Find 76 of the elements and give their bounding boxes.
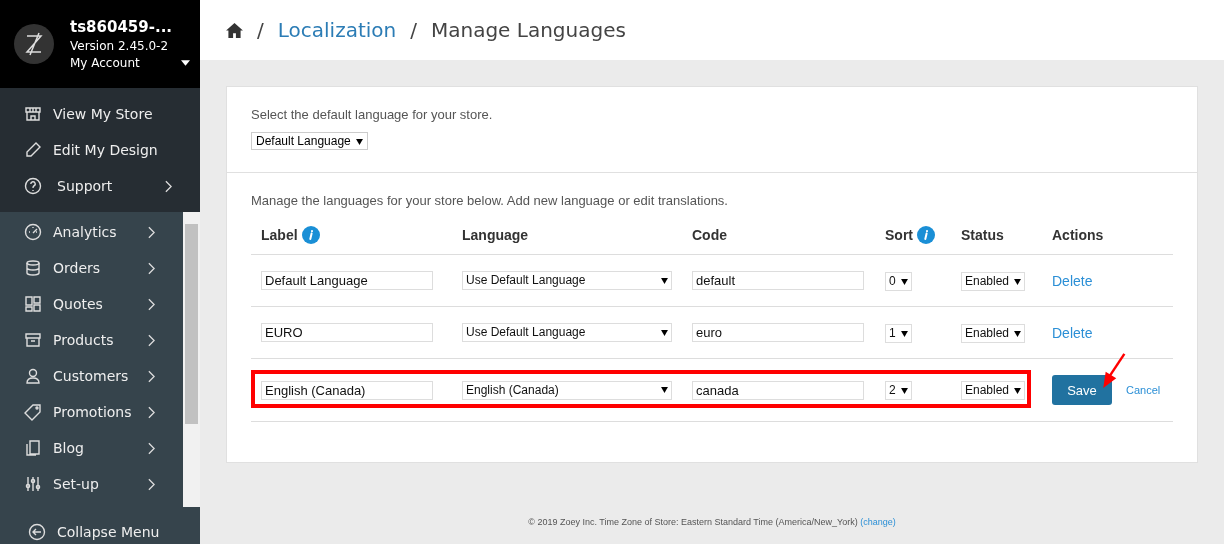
label-input[interactable]: EURO — [261, 323, 433, 342]
sort-select[interactable]: 2 — [885, 381, 912, 400]
label-input[interactable]: Default Language — [261, 271, 433, 290]
footer-text: © 2019 Zoey Inc. Time Zone of Store: Eastern Standard Time (America/New_York) (change) — [527, 517, 897, 527]
dropdown-caret-icon — [1014, 388, 1022, 394]
sidebar-item[interactable]: Promotions — [0, 394, 183, 430]
database-icon — [24, 259, 42, 277]
sidebar-item[interactable]: Products — [0, 322, 183, 358]
info-icon[interactable] — [301, 226, 320, 244]
dropdown-caret-icon — [901, 388, 908, 394]
default-language-text: Select the default language for your store. — [251, 107, 494, 122]
languages-intro: Manage the languages for your store below. Add new language or edit translations. — [251, 193, 729, 208]
sidebar-item[interactable]: Customers — [0, 358, 183, 394]
sidebar-item[interactable]: Orders — [0, 250, 183, 286]
code-input[interactable]: euro — [692, 323, 864, 342]
delete-link[interactable]: Delete — [1052, 324, 1093, 341]
language-select[interactable]: English (Canada) — [462, 380, 672, 400]
scrollbar[interactable] — [183, 212, 200, 507]
sort-select[interactable]: 0 — [885, 271, 912, 291]
dropdown-caret-icon — [356, 139, 364, 145]
label-input[interactable]: English (Canada) — [261, 380, 433, 400]
dropdown-caret-icon — [661, 329, 668, 336]
sidebar-item[interactable]: Set-up — [0, 466, 183, 502]
column-header: Sort — [885, 227, 913, 243]
status-select[interactable]: Enabled — [961, 381, 1026, 400]
dropdown-caret-icon — [1014, 278, 1022, 285]
breadcrumb-separator: / — [257, 18, 264, 42]
status-select[interactable]: Enabled — [961, 271, 1026, 291]
store-icon — [24, 105, 42, 123]
my-account-menu[interactable]: My Account — [70, 56, 190, 70]
dropdown-caret-icon — [901, 330, 908, 337]
document-icon — [24, 439, 42, 457]
pencil-icon — [24, 141, 42, 159]
logo-icon — [14, 24, 54, 64]
sidebar-item[interactable]: View My Store — [0, 96, 200, 132]
person-icon — [24, 367, 42, 385]
column-header: Status — [961, 227, 1004, 243]
default-language-select[interactable]: Default Language — [251, 132, 369, 150]
info-icon[interactable] — [917, 226, 935, 244]
sidebar-item[interactable]: Analytics — [0, 214, 183, 250]
column-header: Language — [462, 227, 529, 243]
language-select[interactable]: Use Default Language — [462, 323, 672, 342]
breadcrumb-link[interactable]: Localization — [277, 18, 397, 42]
archive-icon — [24, 331, 42, 349]
breadcrumb-separator: / — [410, 18, 417, 42]
grid-icon — [24, 295, 42, 313]
help-icon — [24, 177, 42, 195]
sidebar-item[interactable]: Quotes — [0, 286, 183, 322]
status-select[interactable]: Enabled — [961, 323, 1026, 343]
dropdown-caret-icon — [661, 387, 668, 393]
language-select[interactable]: Use Default Language — [462, 271, 672, 290]
sort-select[interactable]: 1 — [885, 323, 912, 343]
column-header: Label — [261, 227, 298, 243]
caret-icon — [181, 60, 190, 66]
home-icon[interactable] — [226, 22, 243, 38]
tag-icon — [24, 403, 42, 421]
code-input[interactable]: canada — [692, 380, 864, 400]
dropdown-caret-icon — [661, 277, 668, 284]
sidebar-item[interactable]: Support — [0, 168, 200, 204]
sidebar-item[interactable]: Edit My Design — [0, 132, 200, 168]
dropdown-caret-icon — [1014, 330, 1022, 337]
delete-link[interactable]: Delete — [1052, 272, 1093, 289]
dropdown-caret-icon — [901, 278, 908, 285]
gauge-icon — [24, 223, 42, 241]
store-name: ts860459-... — [70, 18, 174, 36]
column-header: Code — [692, 227, 727, 243]
cancel-link[interactable]: Cancel — [1126, 384, 1161, 396]
column-header: Actions — [1052, 227, 1104, 243]
save-button[interactable]: Save — [1052, 375, 1112, 405]
collapse-menu-link[interactable]: Collapse Menu — [0, 509, 200, 541]
code-input[interactable]: default — [692, 271, 864, 290]
version-label: Version 2.45.0-2 — [70, 39, 170, 53]
page-title: Manage Languages — [430, 18, 626, 42]
sliders-icon — [24, 475, 42, 493]
pointer-arrow — [1100, 353, 1126, 389]
sidebar-item[interactable]: Blog — [0, 430, 183, 466]
